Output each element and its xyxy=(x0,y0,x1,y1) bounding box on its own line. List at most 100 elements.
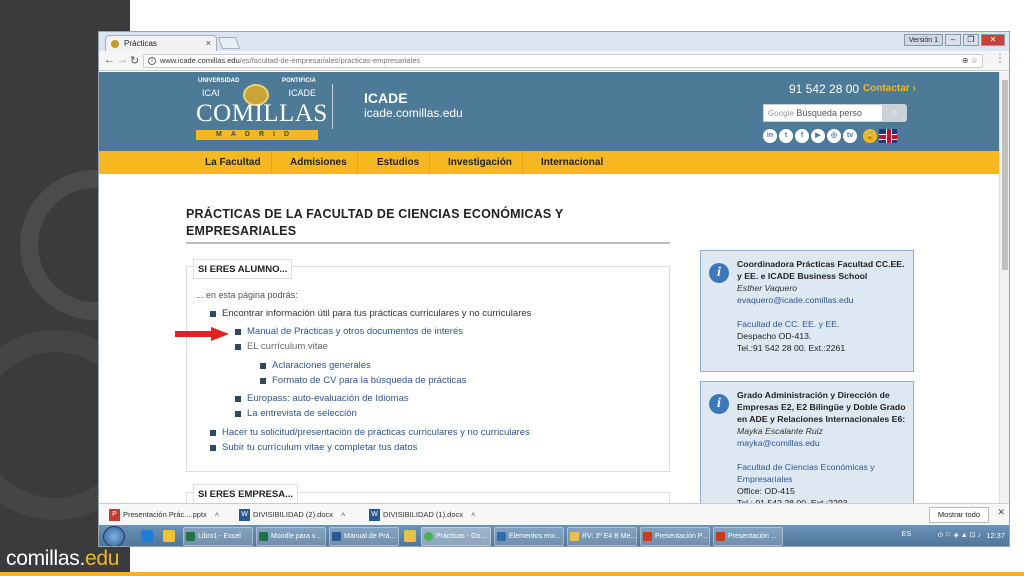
zoom-icon[interactable]: ⊕ xyxy=(962,56,969,65)
info-icon: i xyxy=(709,394,729,414)
minimize-icon[interactable]: – xyxy=(945,34,961,46)
list-item: Encontrar información útil para tus prác… xyxy=(210,308,532,319)
chevron-up-icon[interactable]: ˄ xyxy=(471,510,475,519)
link-manual-practicas[interactable]: Manual de Prácticas y otros documentos d… xyxy=(235,326,463,337)
docx-file-icon: W xyxy=(239,509,250,521)
tv-icon[interactable]: tv xyxy=(843,129,857,143)
url-host: www.icade.comillas.edu xyxy=(160,56,240,65)
contact-box-coordinadora: i Coordinadora Prácticas Facultad CC.EE.… xyxy=(700,250,914,372)
instagram-icon[interactable]: ◎ xyxy=(827,129,841,143)
ie-icon[interactable] xyxy=(141,530,153,542)
alumno-box-title: SI ERES ALUMNO... xyxy=(193,259,293,279)
show-all-downloads-button[interactable]: Mostrar todo xyxy=(928,507,989,523)
close-window-icon[interactable]: ✕ xyxy=(981,34,1005,46)
linkedin-icon[interactable]: in xyxy=(763,129,777,143)
link-aclaraciones[interactable]: Aclaraciones generales xyxy=(260,360,371,371)
folder-icon[interactable] xyxy=(404,530,416,542)
powerpoint-icon xyxy=(716,532,725,541)
nav-investigacion[interactable]: Investigación xyxy=(438,151,523,174)
windows-taskbar: Libro1 - Excel Moodle para v... Manual d… xyxy=(99,525,1009,546)
logo-city: MADRID xyxy=(196,130,318,140)
download-item[interactable]: W DIVISIBILIDAD (2).docx ˄ xyxy=(237,507,345,523)
taskbar-item[interactable]: Presentación ... xyxy=(713,527,783,546)
nav-admisiones[interactable]: Admisiones xyxy=(280,151,358,174)
red-arrow-icon xyxy=(175,327,229,341)
chevron-up-icon[interactable]: ˄ xyxy=(215,510,219,519)
taskbar-item[interactable]: Moodle para v... xyxy=(256,527,326,546)
contact-dept-link[interactable]: Facultad de Ciencias Económicas y Empres… xyxy=(737,461,909,485)
logo-name: COMILLAS xyxy=(196,100,328,127)
lock-icon[interactable]: 🔒 xyxy=(863,129,877,143)
contact-link[interactable]: Contactar › xyxy=(863,83,916,94)
start-button[interactable] xyxy=(103,526,125,546)
pptx-file-icon: P xyxy=(109,509,120,521)
vertical-scrollbar[interactable] xyxy=(999,72,1009,524)
docx-file-icon: W xyxy=(369,509,380,521)
reload-icon[interactable]: ↻ xyxy=(130,54,139,67)
brand-suffix: edu xyxy=(84,547,120,570)
download-item[interactable]: W DIVISIBILIDAD (1).docx ˄ xyxy=(367,507,475,523)
taskbar-item[interactable]: Elementos env... xyxy=(494,527,564,546)
slide-bottom-rule xyxy=(0,572,1024,576)
bookmark-star-icon[interactable]: ☆ xyxy=(971,56,978,65)
bullet-icon xyxy=(260,378,266,384)
taskbar-item[interactable]: Manual de Prá... xyxy=(329,527,399,546)
taskbar-clock[interactable]: 12:37 xyxy=(986,531,1005,540)
uk-flag-icon[interactable] xyxy=(879,129,897,143)
link-europass[interactable]: Europass: auto-evaluación de Idiomas xyxy=(235,393,409,404)
download-item[interactable]: P Presentación Prác....pptx ˄ xyxy=(107,507,219,523)
link-subir-cv[interactable]: Subir tu currículum vitae y completar tu… xyxy=(210,442,417,453)
taskbar-label: Prácticas - Go... xyxy=(436,533,487,540)
tab-close-icon[interactable]: × xyxy=(206,36,211,51)
back-icon[interactable]: ← xyxy=(104,54,115,66)
contact-tel: Tel.:91 542 28 00. Ext.:2261 xyxy=(737,343,846,353)
contact-office: Despacho OD-413. xyxy=(737,331,812,341)
restore-icon[interactable]: ❐ xyxy=(963,34,979,46)
search-input[interactable]: Google Búsqueda perso xyxy=(763,104,883,122)
url-field[interactable]: i www.icade.comillas.edu/es/facultad-de-… xyxy=(143,54,983,68)
mail-icon xyxy=(570,532,579,541)
forward-icon[interactable]: → xyxy=(117,54,128,66)
contact-email-link[interactable]: mayka@comillas.edu xyxy=(737,437,909,449)
contact-email-link[interactable]: evaquero@icade.comillas.edu xyxy=(737,294,909,306)
contact-dept-link[interactable]: Facultad de CC. EE. y EE. xyxy=(737,318,909,330)
comillas-logo[interactable]: UNIVERSIDAD PONTIFICIA ICAI ICADE COMILLA… xyxy=(196,78,327,142)
search-google-label: Google xyxy=(768,109,794,118)
browser-menu-icon[interactable]: ⋮ xyxy=(995,53,1005,64)
site-title: ICADE xyxy=(364,90,408,106)
outlook-icon xyxy=(497,532,506,541)
contact-person: Esther Vaquero xyxy=(737,283,798,293)
scrollbar-thumb[interactable] xyxy=(1002,80,1008,270)
facebook-icon[interactable]: f xyxy=(795,129,809,143)
address-bar: ← → ↻ i www.icade.comillas.edu/es/facult… xyxy=(99,51,1009,71)
site-info-icon[interactable]: i xyxy=(148,57,156,65)
twitter-icon[interactable]: t xyxy=(779,129,793,143)
title-rule xyxy=(186,242,670,244)
link-entrevista[interactable]: La entrevista de selección xyxy=(235,408,357,419)
info-icon: i xyxy=(709,263,729,283)
link-formato-cv[interactable]: Formato de CV para la búsqueda de prácti… xyxy=(260,375,466,386)
taskbar-label: Elementos env... xyxy=(509,533,561,540)
nav-internacional[interactable]: Internacional xyxy=(531,151,613,174)
system-tray-icons[interactable]: ⊙ ⚐ ◈ ▲ ⊡ ♪ xyxy=(937,531,981,539)
link-solicitud[interactable]: Hacer tu solicitud/presentación de práct… xyxy=(210,427,530,438)
list-item-label: Hacer tu solicitud/presentación de práct… xyxy=(222,427,530,438)
taskbar-item[interactable]: Libro1 - Excel xyxy=(183,527,253,546)
nav-la-facultad[interactable]: La Facultad xyxy=(195,151,272,174)
list-item-label: Encontrar información útil para tus prác… xyxy=(222,308,532,319)
browser-window: Prácticas × Versión 1 – ❐ ✕ ← → ↻ i www.… xyxy=(98,31,1010,547)
chevron-up-icon[interactable]: ˄ xyxy=(341,510,345,519)
youtube-icon[interactable]: ▶ xyxy=(811,129,825,143)
taskbar-item-active[interactable]: Prácticas - Go... xyxy=(421,527,491,546)
explorer-icon[interactable] xyxy=(163,530,175,542)
new-tab-button[interactable] xyxy=(217,37,241,49)
profile-label[interactable]: Versión 1 xyxy=(903,34,943,46)
taskbar-item[interactable]: Presentación P... xyxy=(640,527,710,546)
close-download-bar-icon[interactable]: ✕ xyxy=(997,507,1005,518)
search-icon[interactable]: ⌕ xyxy=(883,104,907,122)
nav-estudios[interactable]: Estudios xyxy=(367,151,431,174)
tab-practicas[interactable]: Prácticas × xyxy=(105,35,217,51)
taskbar-item[interactable]: RV: 3º E4 B Me... xyxy=(567,527,637,546)
language-indicator[interactable]: ES xyxy=(902,531,911,538)
bullet-icon xyxy=(235,411,241,417)
